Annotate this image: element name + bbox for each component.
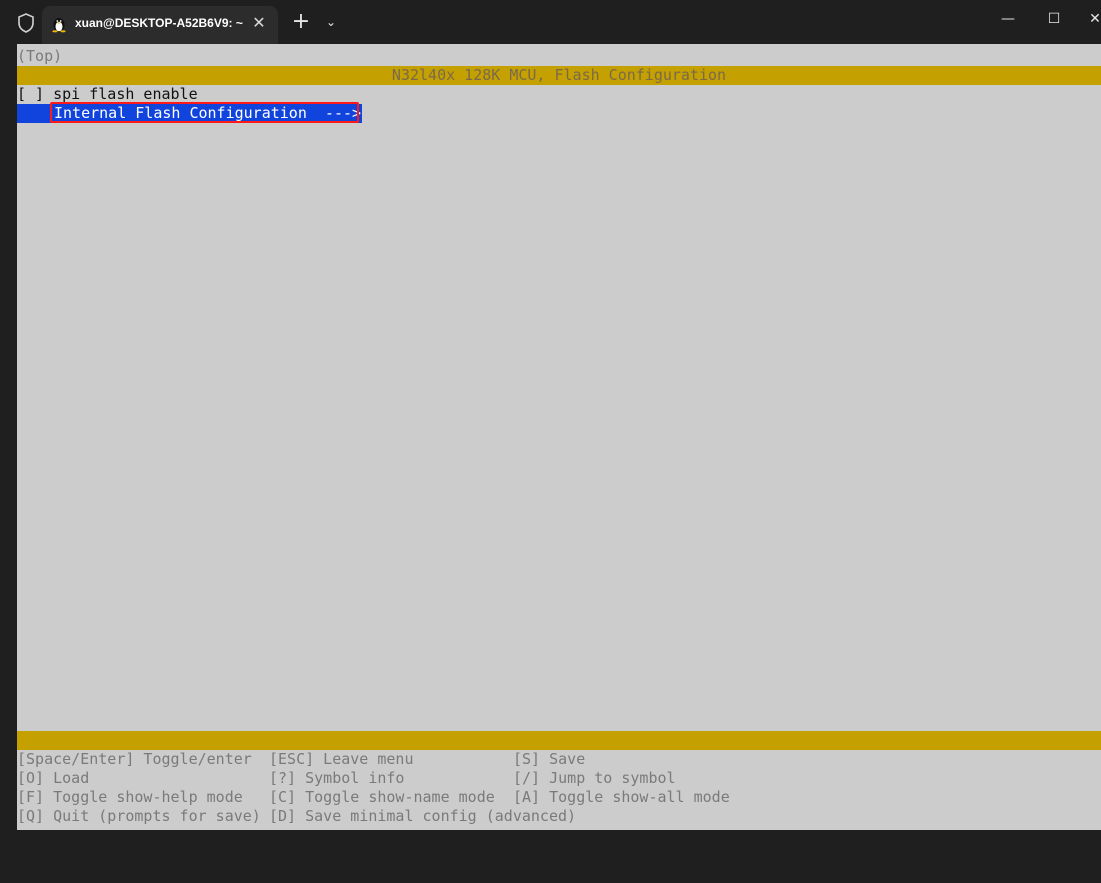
maximize-button[interactable]: ☐ <box>1032 4 1076 34</box>
new-tab-button[interactable]: + <box>288 9 314 35</box>
help-key-jump-to-symbol: [/] Jump to symbol <box>513 769 676 787</box>
help-key-save: [S] Save <box>513 750 586 768</box>
window-titlebar: xuan@DESKTOP-A52B6V9: ~/ ✕ + ⌄ — ☐ ✕ <box>0 0 1101 44</box>
tab-title: xuan@DESKTOP-A52B6V9: ~/ <box>75 16 243 30</box>
terminal-tab[interactable]: xuan@DESKTOP-A52B6V9: ~/ ✕ <box>42 6 278 44</box>
help-key-show-name: [C] Toggle show-name mode <box>269 788 495 806</box>
tab-close-icon[interactable]: ✕ <box>248 12 270 34</box>
shield-icon <box>18 13 34 33</box>
annotation-highlight-box <box>50 102 359 123</box>
help-row: [O] Load [?] Symbol info [/] Jump to sym… <box>17 769 676 788</box>
terminal-pane[interactable]: (Top) N32l40x 128K MCU, Flash Configurat… <box>17 44 1101 830</box>
menu-title: N32l40x 128K MCU, Flash Configuration <box>391 66 727 84</box>
help-key-leave-menu: [ESC] Leave menu <box>269 750 414 768</box>
close-window-button[interactable]: ✕ <box>1080 4 1101 34</box>
status-strip <box>17 731 1101 750</box>
help-key-toggle-enter: [Space/Enter] Toggle/enter <box>17 750 252 768</box>
breadcrumb: (Top) <box>17 47 63 65</box>
help-key-show-all: [A] Toggle show-all mode <box>513 788 730 806</box>
help-key-save-minimal: [D] Save minimal config (advanced) <box>269 807 577 825</box>
linux-penguin-icon <box>52 18 66 33</box>
tab-dropdown-icon[interactable]: ⌄ <box>320 9 342 35</box>
menu-title-bar: N32l40x 128K MCU, Flash Configuration <box>17 66 1101 85</box>
help-key-quit: [Q] Quit (prompts for save) <box>17 807 261 825</box>
help-row: [Q] Quit (prompts for save) [D] Save min… <box>17 807 576 826</box>
help-key-show-help: [F] Toggle show-help mode <box>17 788 243 806</box>
checkbox[interactable]: [ ] <box>17 85 44 103</box>
minimize-button[interactable]: — <box>986 4 1030 34</box>
help-key-load: [O] Load <box>17 769 90 787</box>
help-key-symbol-info: [?] Symbol info <box>269 769 405 787</box>
menu-item-label: spi flash enable <box>53 85 198 103</box>
help-row: [Space/Enter] Toggle/enter [ESC] Leave m… <box>17 750 585 769</box>
help-row: [F] Toggle show-help mode [C] Toggle sho… <box>17 788 730 807</box>
